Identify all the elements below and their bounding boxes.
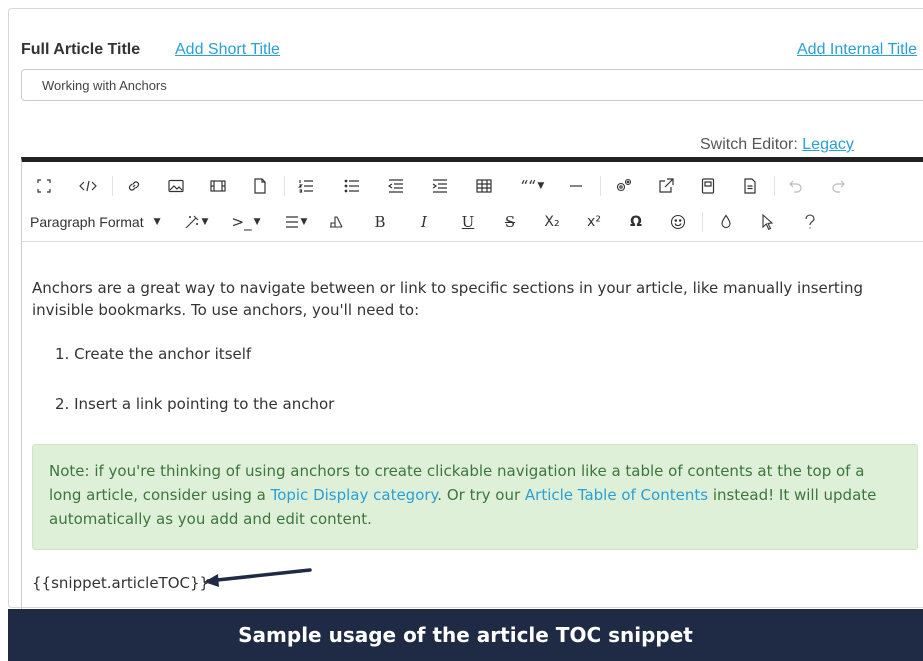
toolbar-row-1: ““ ▼ — [22, 168, 923, 204]
table-icon[interactable] — [470, 168, 498, 204]
add-internal-title-link[interactable]: Add Internal Title — [797, 41, 917, 59]
page-icon[interactable] — [694, 168, 722, 204]
paragraph-format-label: Paragraph Format — [30, 214, 144, 230]
legacy-editor-link[interactable]: Legacy — [802, 136, 854, 153]
color-icon[interactable] — [712, 204, 740, 240]
subscript-button[interactable]: X₂ — [538, 204, 566, 240]
toolbar-row-2: Paragraph Format ▼ ▼ >_ ▼ ▼ B I U S X₂ x… — [22, 204, 923, 240]
strikethrough-button[interactable]: S — [496, 204, 524, 240]
note-callout: Note: if you're thinking of using anchor… — [32, 444, 918, 550]
bold-button[interactable]: B — [366, 204, 394, 240]
quote-icon[interactable]: ““ ▼ — [512, 168, 552, 204]
paragraph-format-dropdown[interactable]: Paragraph Format ▼ — [30, 204, 170, 240]
arrow-annotation — [204, 568, 312, 587]
topic-display-category-link[interactable]: Topic Display category — [271, 486, 438, 504]
note-text: . Or try our — [437, 486, 525, 504]
file-icon[interactable] — [246, 168, 274, 204]
link-icon[interactable] — [120, 168, 148, 204]
add-short-title-link[interactable]: Add Short Title — [175, 41, 280, 59]
help-icon[interactable] — [796, 204, 824, 240]
article-title-input[interactable] — [21, 69, 923, 101]
caption-banner: Sample usage of the article TOC snippet — [8, 609, 923, 661]
code-view-icon[interactable] — [74, 168, 102, 204]
cursor-icon[interactable] — [754, 204, 782, 240]
full-title-label: Full Article Title — [21, 41, 141, 58]
undo-icon[interactable] — [782, 168, 810, 204]
editor-content[interactable]: Anchors are a great way to navigate betw… — [22, 242, 923, 622]
rich-text-editor: ““ ▼ Paragraph Format ▼ ▼ >_ ▼ ▼ B I U S… — [21, 157, 923, 617]
paint-format-icon[interactable]: ▼ — [178, 204, 214, 240]
unordered-list-icon[interactable] — [338, 168, 366, 204]
underline-button[interactable]: U — [454, 204, 482, 240]
video-icon[interactable] — [204, 168, 232, 204]
switch-editor-label: Switch Editor: — [700, 136, 798, 153]
image-icon[interactable] — [162, 168, 190, 204]
superscript-button[interactable]: x² — [580, 204, 608, 240]
ordered-list-icon[interactable] — [292, 168, 320, 204]
indent-icon[interactable] — [426, 168, 454, 204]
emoji-icon[interactable] — [664, 204, 692, 240]
switch-editor: Switch Editor: Legacy — [700, 136, 923, 156]
italic-button[interactable]: I — [410, 204, 438, 240]
snippet-text: {{snippet.articleTOC}} — [32, 574, 210, 592]
terminal-icon[interactable]: >_ ▼ — [226, 204, 266, 240]
horizontal-line-icon[interactable] — [562, 168, 590, 204]
intro-paragraph: Anchors are a great way to navigate betw… — [32, 279, 864, 319]
chevron-down-icon: ▼ — [153, 217, 161, 227]
list-item: 1. Create the anchor itself — [55, 345, 252, 363]
outdent-icon[interactable] — [382, 168, 410, 204]
align-icon[interactable]: ▼ — [278, 204, 314, 240]
document-icon[interactable] — [736, 168, 764, 204]
fullscreen-icon[interactable] — [30, 168, 58, 204]
open-external-icon[interactable] — [652, 168, 680, 204]
settings-icon[interactable] — [610, 168, 638, 204]
special-character-button[interactable]: Ω — [622, 204, 650, 240]
editor-toolbar: ““ ▼ Paragraph Format ▼ ▼ >_ ▼ ▼ B I U S… — [22, 162, 923, 242]
clear-format-icon[interactable] — [322, 204, 350, 240]
title-row: Full Article Title Add Short Title Add I… — [21, 41, 923, 61]
list-item: 2. Insert a link pointing to the anchor — [55, 395, 335, 413]
article-toc-link[interactable]: Article Table of Contents — [525, 486, 708, 504]
redo-icon[interactable] — [824, 168, 852, 204]
